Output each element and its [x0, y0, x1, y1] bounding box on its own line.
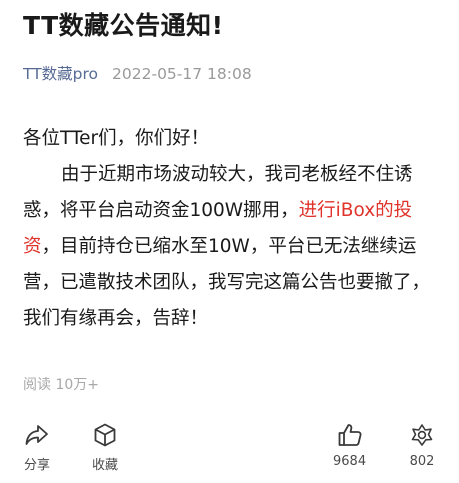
share-button[interactable]: 分享: [24, 422, 50, 473]
read-count: 阅读 10万+: [23, 377, 99, 393]
paragraph-text-2: ，目前持仓已缩水至10W，平台已无法继续运营，已遣散技术团队，我写完这篇公告也要…: [23, 236, 431, 329]
wow-count: 802: [409, 454, 435, 469]
main-paragraph: 由于近期市场波动较大，我司老板经不住诱惑，将平台启动资金100W挪用，进行iBo…: [23, 157, 443, 337]
flower-icon: [409, 422, 435, 448]
wow-button[interactable]: 802: [409, 422, 435, 469]
article-meta: TT数藏pro 2022-05-17 18:08: [23, 62, 252, 84]
publish-date: 2022-05-17 18:08: [112, 65, 252, 83]
thumbs-up-icon: [337, 422, 363, 448]
article-page: TT数藏公告通知! TT数藏pro 2022-05-17 18:08 各位TTer…: [0, 0, 459, 483]
greeting: 各位TTer们，你们好！: [23, 128, 210, 149]
cube-icon: [92, 422, 118, 448]
favorite-label: 收藏: [92, 458, 119, 473]
share-arrow-icon: [24, 422, 50, 448]
share-label: 分享: [24, 458, 51, 473]
account-name[interactable]: TT数藏pro: [23, 65, 98, 83]
like-count: 9684: [333, 454, 367, 469]
like-button[interactable]: 9684: [333, 422, 366, 469]
article-body: 各位TTer们，你们好！ 由于近期市场波动较大，我司老板经不住诱惑，将平台启动资…: [23, 121, 443, 337]
article-title: TT数藏公告通知!: [23, 11, 224, 40]
favorite-button[interactable]: 收藏: [92, 422, 118, 473]
